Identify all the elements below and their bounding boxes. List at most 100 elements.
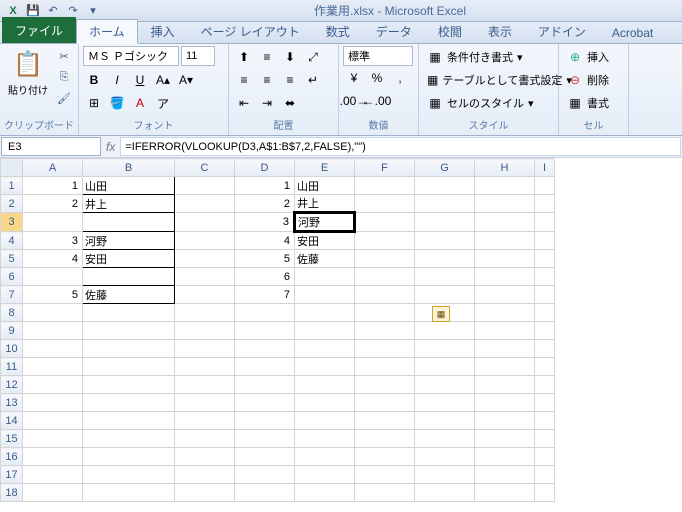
cell[interactable] [175, 340, 235, 358]
cell[interactable] [415, 268, 475, 286]
cell[interactable]: 佐藤 [83, 286, 175, 304]
increase-indent-icon[interactable]: ⇥ [256, 92, 278, 114]
cell[interactable] [175, 250, 235, 268]
cell[interactable] [415, 376, 475, 394]
currency-icon[interactable]: ¥ [343, 67, 365, 89]
cell[interactable] [535, 412, 555, 430]
cell[interactable] [415, 466, 475, 484]
col-header[interactable]: G [415, 159, 475, 177]
cell[interactable] [175, 195, 235, 213]
cell[interactable] [295, 430, 355, 448]
cell[interactable] [535, 448, 555, 466]
cell[interactable] [83, 340, 175, 358]
cell[interactable]: 7 [235, 286, 295, 304]
row-header[interactable]: 4 [1, 232, 23, 250]
cell[interactable] [355, 412, 415, 430]
cell[interactable] [83, 358, 175, 376]
format-painter-icon[interactable]: 🖌 [54, 88, 74, 108]
cell[interactable] [235, 430, 295, 448]
cell-styles-button[interactable]: ▦セルのスタイル▾ [423, 92, 554, 114]
cell[interactable]: 山田 [295, 177, 355, 195]
fx-icon[interactable]: fx [106, 140, 115, 154]
col-header[interactable]: H [475, 159, 535, 177]
cell[interactable] [415, 322, 475, 340]
cell[interactable] [175, 376, 235, 394]
cell[interactable] [83, 376, 175, 394]
cell[interactable] [355, 430, 415, 448]
cell[interactable] [83, 430, 175, 448]
cell[interactable] [355, 304, 415, 322]
cell[interactable] [83, 466, 175, 484]
cell[interactable] [535, 268, 555, 286]
cell[interactable] [235, 358, 295, 376]
row-header[interactable]: 7 [1, 286, 23, 304]
cell[interactable] [355, 394, 415, 412]
cell[interactable] [475, 448, 535, 466]
row-header[interactable]: 12 [1, 376, 23, 394]
tab-addin[interactable]: アドイン [525, 19, 599, 43]
cell[interactable]: 3 [235, 213, 295, 232]
cell[interactable] [175, 412, 235, 430]
col-header[interactable]: C [175, 159, 235, 177]
copy-icon[interactable]: ⎘ [54, 67, 74, 87]
cell[interactable]: 井上 [83, 195, 175, 213]
cell[interactable] [475, 268, 535, 286]
cell[interactable] [295, 340, 355, 358]
col-header[interactable]: A [23, 159, 83, 177]
cell[interactable] [475, 484, 535, 502]
align-middle-icon[interactable]: ≡ [256, 46, 278, 68]
cell[interactable] [415, 358, 475, 376]
cell[interactable] [23, 268, 83, 286]
align-top-icon[interactable]: ⬆ [233, 46, 255, 68]
cell[interactable]: 安田 [295, 232, 355, 250]
cell[interactable]: 佐藤 [295, 250, 355, 268]
cell[interactable] [175, 394, 235, 412]
tab-file[interactable]: ファイル [2, 17, 76, 43]
cell[interactable] [475, 232, 535, 250]
formula-bar[interactable]: =IFERROR(VLOOKUP(D3,A$1:B$7,2,FALSE),"") [120, 137, 681, 156]
font-name-combo[interactable]: ＭＳ Ｐゴシック [83, 46, 179, 66]
cell[interactable] [175, 430, 235, 448]
cell[interactable] [23, 304, 83, 322]
cell[interactable] [295, 322, 355, 340]
cell[interactable] [475, 394, 535, 412]
cell[interactable] [475, 322, 535, 340]
cell[interactable] [535, 177, 555, 195]
cell[interactable] [535, 430, 555, 448]
cell[interactable] [295, 286, 355, 304]
col-header[interactable]: I [535, 159, 555, 177]
cell[interactable] [235, 322, 295, 340]
cell[interactable]: 4 [235, 232, 295, 250]
cell[interactable]: 山田 [83, 177, 175, 195]
cell[interactable] [355, 195, 415, 213]
align-right-icon[interactable]: ≡ [279, 69, 301, 91]
row-header[interactable]: 10 [1, 340, 23, 358]
cell[interactable] [355, 177, 415, 195]
cell[interactable] [83, 448, 175, 466]
cell[interactable] [23, 340, 83, 358]
percent-icon[interactable]: % [366, 67, 388, 89]
cell[interactable] [355, 322, 415, 340]
format-as-table-button[interactable]: ▦テーブルとして書式設定▾ [423, 69, 554, 91]
cell[interactable] [23, 213, 83, 232]
cell[interactable] [415, 412, 475, 430]
fill-color-button[interactable]: 🪣 [106, 92, 128, 114]
cell[interactable] [23, 376, 83, 394]
align-center-icon[interactable]: ≡ [256, 69, 278, 91]
cell[interactable] [535, 358, 555, 376]
tab-data[interactable]: データ [363, 19, 425, 43]
cell[interactable] [535, 322, 555, 340]
cell[interactable] [295, 358, 355, 376]
conditional-format-button[interactable]: ▦条件付き書式▾ [423, 46, 554, 68]
cell[interactable] [83, 484, 175, 502]
select-all-corner[interactable] [1, 159, 23, 177]
cell[interactable] [355, 250, 415, 268]
tab-formulas[interactable]: 数式 [313, 19, 363, 43]
cell[interactable] [535, 340, 555, 358]
cell[interactable] [415, 177, 475, 195]
cell[interactable] [535, 466, 555, 484]
cell[interactable] [83, 268, 175, 286]
cell[interactable] [535, 286, 555, 304]
grow-font-icon[interactable]: A▴ [152, 69, 174, 91]
cell[interactable]: 5 [235, 250, 295, 268]
